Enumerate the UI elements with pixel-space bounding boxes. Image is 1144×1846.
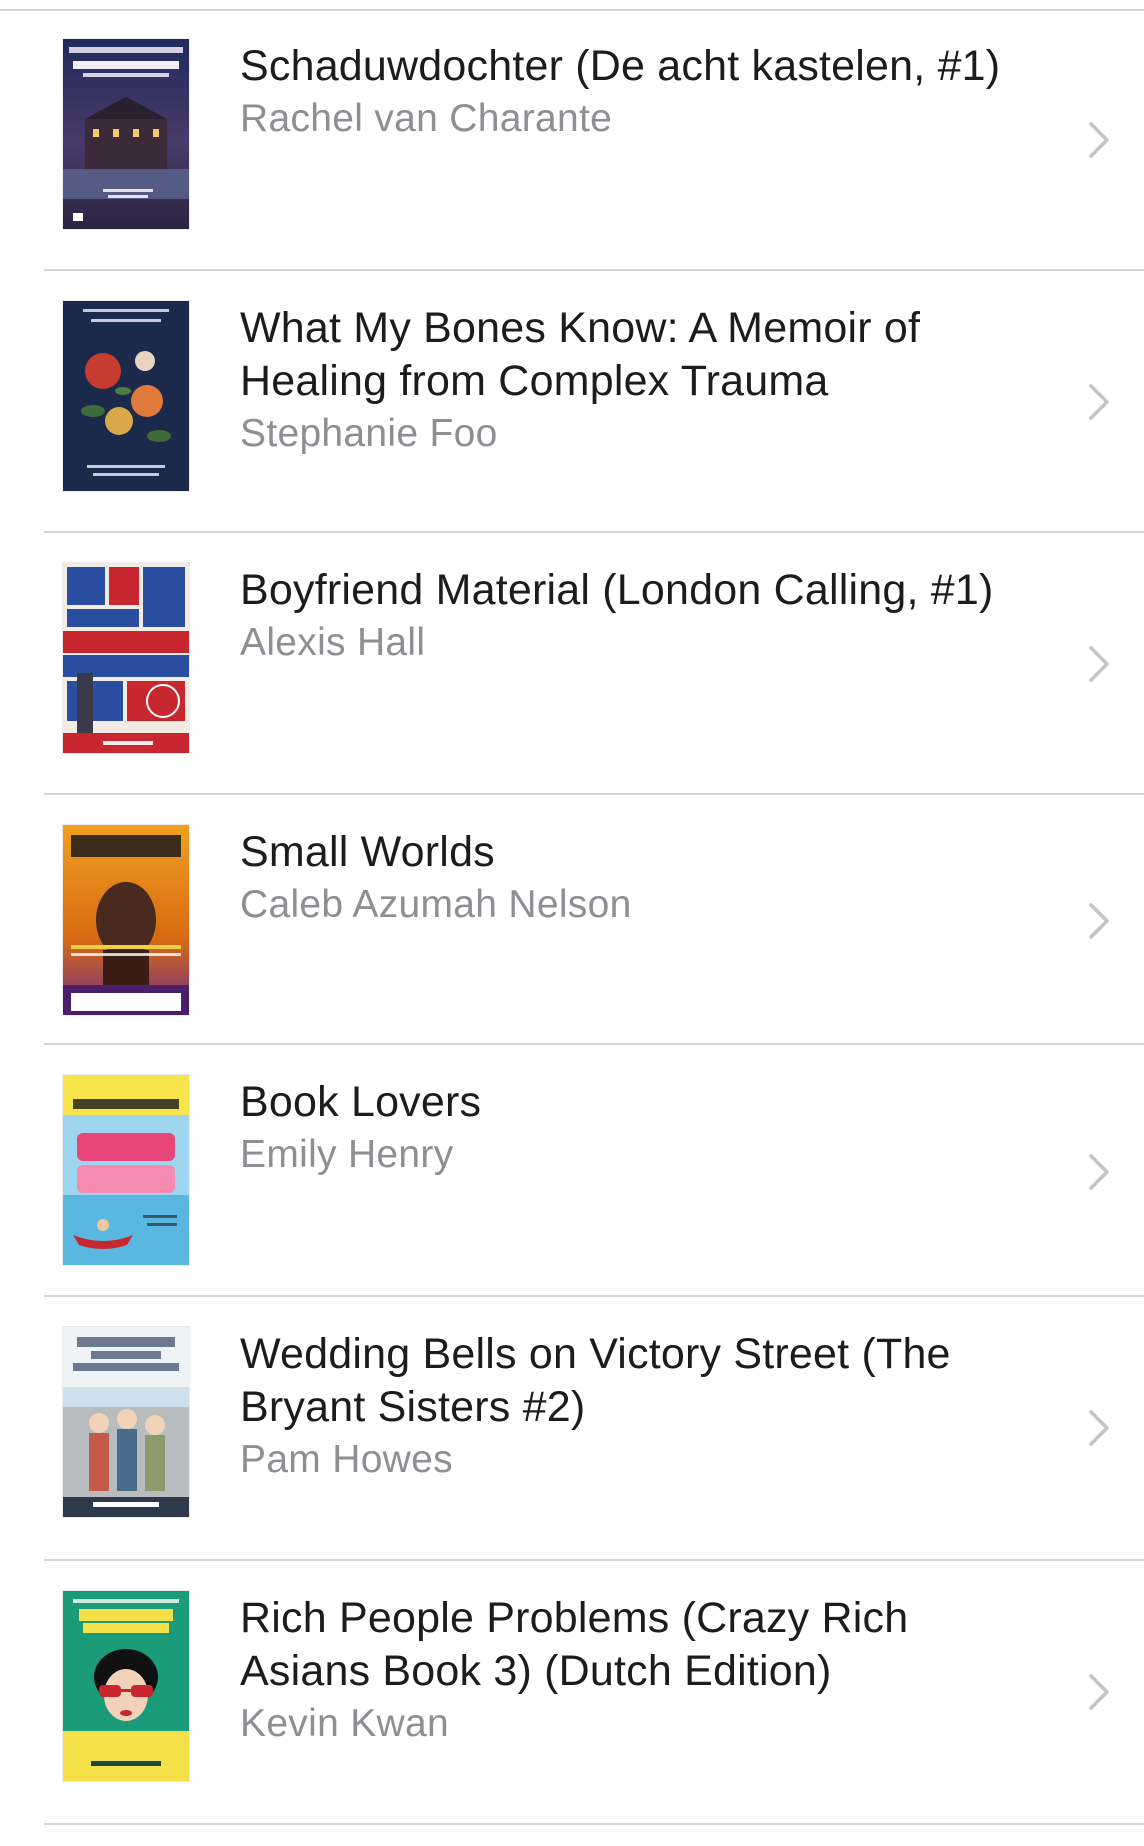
book-author: Emily Henry — [240, 1133, 454, 1176]
book-title: Boyfriend Material (London Calling, #1) — [240, 566, 994, 614]
book-title: Book Lovers — [240, 1078, 482, 1126]
book-row-book-lovers[interactable]: Book Lovers Emily Henry — [0, 1047, 1144, 1297]
row-separator — [44, 531, 1144, 533]
book-author: Pam Howes — [240, 1438, 453, 1481]
book-cover-portrait — [63, 825, 189, 1015]
book-author: Stephanie Foo — [240, 412, 498, 455]
book-author: Caleb Azumah Nelson — [240, 883, 632, 926]
book-row-rich-people-problems[interactable]: Rich People Problems (Crazy Rich Asians … — [0, 1563, 1144, 1825]
book-cover-boat — [63, 1075, 189, 1265]
book-cover-sunglasses — [63, 1591, 189, 1781]
chevron-right-icon — [1087, 644, 1111, 684]
row-separator — [44, 269, 1144, 271]
chevron-right-icon — [1087, 901, 1111, 941]
book-cover-flowers — [63, 301, 189, 491]
book-cover-castle — [63, 39, 189, 229]
row-separator — [44, 1559, 1144, 1561]
book-author: Kevin Kwan — [240, 1702, 449, 1745]
book-author: Alexis Hall — [240, 621, 426, 664]
book-title: Schaduwdochter (De acht kastelen, #1) — [240, 42, 1001, 90]
book-cover-sisters — [63, 1327, 189, 1517]
book-title: Wedding Bells on Victory Street (The Bry… — [240, 1330, 951, 1431]
row-separator — [44, 793, 1144, 795]
book-row-what-my-bones-know[interactable]: What My Bones Know: A Memoir of Healing … — [0, 273, 1144, 533]
row-separator — [44, 1295, 1144, 1297]
chevron-right-icon — [1087, 1152, 1111, 1192]
book-title: What My Bones Know: A Memoir of Healing … — [240, 304, 921, 405]
chevron-right-icon — [1087, 120, 1111, 160]
book-row-wedding-bells[interactable]: Wedding Bells on Victory Street (The Bry… — [0, 1299, 1144, 1561]
book-title: Rich People Problems (Crazy Rich Asians … — [240, 1594, 909, 1695]
book-title: Small Worlds — [240, 828, 495, 876]
book-row-schaduwdochter[interactable]: Schaduwdochter (De acht kastelen, #1) Ra… — [0, 11, 1144, 271]
book-row-boyfriend-material[interactable]: Boyfriend Material (London Calling, #1) … — [0, 535, 1144, 795]
chevron-right-icon — [1087, 1408, 1111, 1448]
book-cover-london — [63, 563, 189, 753]
book-row-small-worlds[interactable]: Small Worlds Caleb Azumah Nelson — [0, 797, 1144, 1045]
row-separator — [44, 1823, 1144, 1825]
chevron-right-icon — [1087, 382, 1111, 422]
chevron-right-icon — [1087, 1672, 1111, 1712]
row-separator — [44, 1043, 1144, 1045]
book-author: Rachel van Charante — [240, 97, 613, 140]
